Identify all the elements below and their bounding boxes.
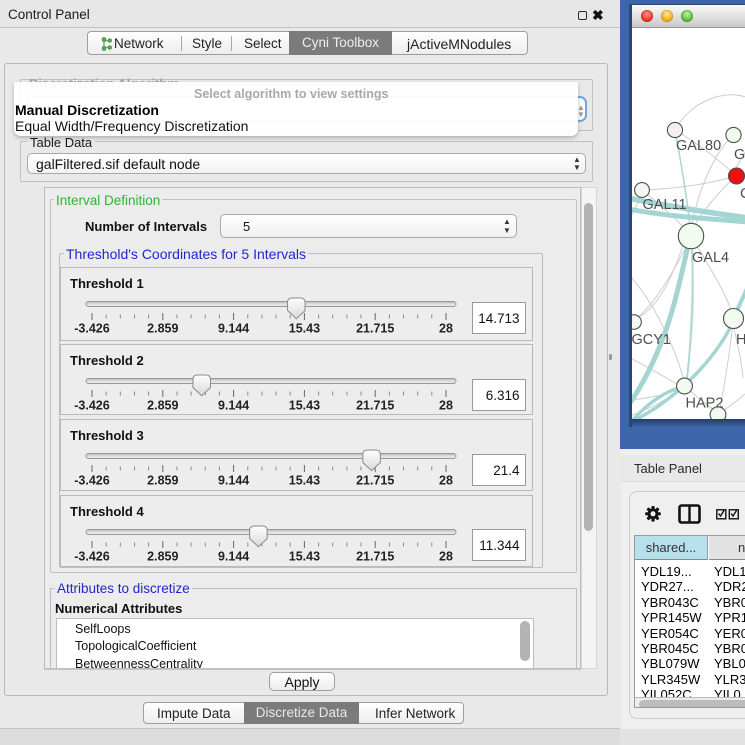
svg-text:GAL80: GAL80 [676,138,721,154]
svg-text:15.43: 15.43 [289,474,320,488]
svg-text:28: 28 [439,474,453,488]
svg-text:C: C [740,186,745,202]
svg-text:2.859: 2.859 [147,549,178,563]
svg-text:15.43: 15.43 [289,399,320,413]
svg-text:21.715: 21.715 [356,399,394,413]
svg-text:2.859: 2.859 [147,399,178,413]
svg-text:9.144: 9.144 [218,474,249,488]
svg-text:28: 28 [439,549,453,563]
svg-text:21.715: 21.715 [356,474,394,488]
svg-text:GAL4: GAL4 [692,250,729,266]
svg-text:2.859: 2.859 [147,474,178,488]
svg-text:G: G [734,147,745,163]
svg-text:28: 28 [439,322,453,336]
svg-text:H: H [736,332,745,348]
svg-text:GAL11: GAL11 [643,197,687,213]
svg-text:21.715: 21.715 [356,322,394,336]
svg-text:-3.426: -3.426 [74,549,109,563]
svg-text:2.859: 2.859 [147,322,178,336]
svg-text:21.715: 21.715 [356,549,394,563]
svg-text:15.43: 15.43 [289,322,320,336]
svg-text:15.43: 15.43 [289,549,320,563]
svg-text:9.144: 9.144 [218,399,249,413]
svg-text:9.144: 9.144 [218,322,249,336]
svg-text:GCY1: GCY1 [632,332,671,348]
svg-text:-3.426: -3.426 [74,322,109,336]
svg-text:28: 28 [439,399,453,413]
svg-text:9.144: 9.144 [218,549,249,563]
svg-text:-3.426: -3.426 [74,399,109,413]
svg-text:-3.426: -3.426 [74,474,109,488]
svg-text:HAP2: HAP2 [686,396,724,412]
